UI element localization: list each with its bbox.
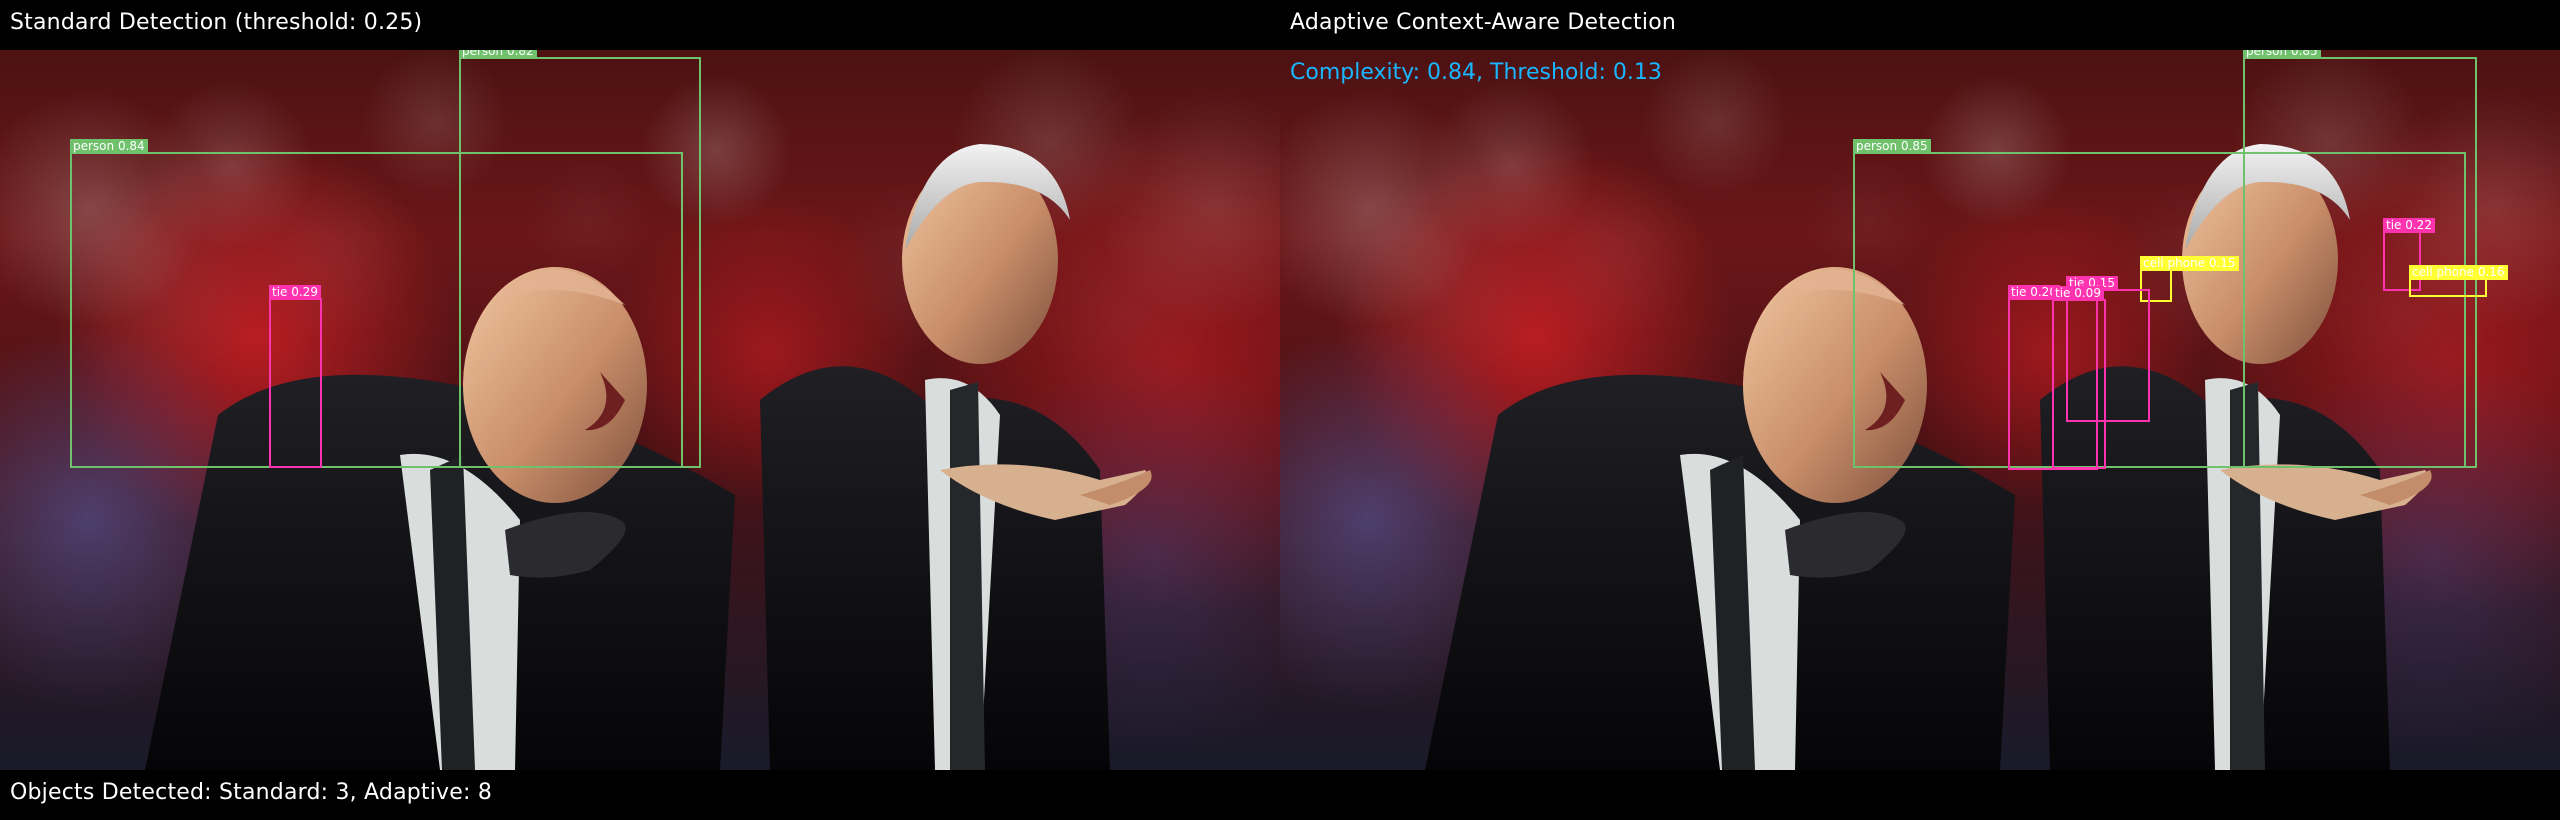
detection-label-person-left: person 0.84 — [70, 139, 148, 154]
detection-box-person-left: person 0.84 — [70, 139, 683, 468]
detection-label-tie: tie 0.29 — [269, 285, 321, 300]
standard-detection-title: Standard Detection (threshold: 0.25) — [10, 10, 423, 35]
adaptive-detection-title: Adaptive Context-Aware Detection — [1290, 10, 1676, 35]
detection-box-person-left: person 0.85 — [1853, 139, 2466, 468]
detection-box-cell-phone-right: cell phone 0.16 — [2409, 265, 2508, 297]
detection-label-person-left: person 0.85 — [1853, 139, 1931, 154]
detection-label-person-right: person 0.82 — [459, 50, 537, 59]
detection-box-tie-middle: tie 0.09 — [2052, 286, 2106, 469]
detection-label-tie-middle: tie 0.09 — [2052, 286, 2104, 301]
standard-detection-panel: person 0.82 person 0.84 tie 0.29 — [0, 50, 1280, 770]
adaptive-metrics: Complexity: 0.84, Threshold: 0.13 — [1290, 60, 1662, 85]
detection-box-tie: tie 0.29 — [269, 285, 322, 468]
comparison-view: Standard Detection (threshold: 0.25) Ada… — [0, 0, 2560, 820]
detection-label-cell-phone-left: cell phone 0.15 — [2140, 256, 2239, 271]
adaptive-detection-panel: Complexity: 0.84, Threshold: 0.13 person… — [1280, 50, 2560, 770]
detection-summary: Objects Detected: Standard: 3, Adaptive:… — [10, 780, 493, 805]
detection-label-tie-upper-right: tie 0.22 — [2383, 218, 2435, 233]
detection-label-cell-phone-right: cell phone 0.16 — [2409, 265, 2508, 280]
detection-label-person-right: person 0.85 — [2243, 50, 2321, 59]
